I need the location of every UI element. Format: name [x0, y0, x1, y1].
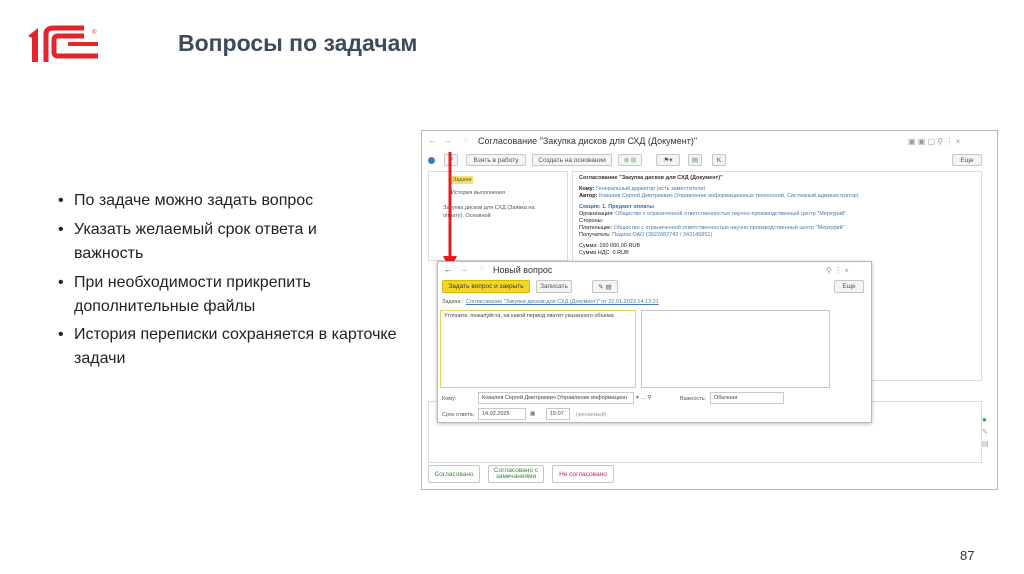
new-question-dialog: ← → ☆ Новый вопрос ⚲ ⋮ × Задать вопрос и… [437, 261, 872, 423]
importance-label: Важность: [680, 396, 707, 402]
add-icon[interactable]: ● [982, 415, 987, 424]
section-label: Секция: 1. Предмет оплаты [579, 204, 654, 210]
approved-button[interactable]: Согласовано [428, 465, 480, 483]
deadline-label: Срок ответа: [442, 412, 475, 418]
to-label: Кому: [579, 186, 595, 192]
deadline-date-field[interactable]: 14.02.2025 [478, 408, 526, 420]
org-label: Организация: [579, 211, 614, 217]
payer-value[interactable]: Общество с ограниченной ответственностью… [614, 225, 845, 231]
1c-logo: ® [24, 24, 104, 66]
k-button[interactable]: K [712, 154, 726, 166]
bullet-item: • По задаче можно задать вопрос [58, 192, 314, 209]
to-field[interactable]: Ковалев Сергей Дмитриевич (Управление ин… [478, 392, 634, 404]
take-to-work-button[interactable]: Взять в работу [466, 154, 526, 166]
flag-button[interactable]: ⚑▾ [656, 154, 680, 166]
recipient-value[interactable]: Подиза ОАО (3922682743 / 343145851) [612, 232, 712, 238]
back-icon[interactable]: ← [428, 136, 436, 145]
page-number: 87 [960, 548, 975, 563]
back-icon[interactable]: ← [444, 265, 452, 274]
more-button[interactable]: Еще [952, 154, 982, 166]
question-textarea[interactable]: Уточните, пожалуйста, на какой период хв… [440, 310, 636, 388]
deadline-hint: (желаемый) [576, 412, 607, 418]
to-field-controls[interactable]: ▾ … ⚲ [636, 395, 651, 401]
files-icon[interactable]: ▤ [982, 440, 989, 448]
author-label: Автор: [579, 193, 598, 199]
report-button[interactable]: ▤ [688, 154, 702, 166]
dialog-title: Новый вопрос [493, 265, 553, 275]
dialog-more-button[interactable]: Еще [834, 280, 864, 293]
history-panel [641, 310, 830, 388]
attach-button[interactable]: ⊕ ⊞ [618, 154, 642, 166]
ask-and-close-button[interactable]: Задать вопрос и закрыть [442, 280, 530, 293]
star-icon[interactable]: ☆ [478, 264, 485, 273]
deadline-time-field[interactable]: 15:07 [546, 408, 570, 420]
create-based-on-button[interactable]: Создать на основании [532, 154, 612, 166]
slide-title: Вопросы по задачам [178, 30, 418, 56]
dialog-controls-icon[interactable]: ⚲ ⋮ × [826, 266, 849, 275]
forward-icon[interactable]: → [444, 136, 452, 145]
to-label: Кому: [442, 396, 457, 402]
task-label: Задача: [442, 299, 462, 305]
refresh-icon[interactable] [428, 157, 435, 164]
svg-text:®: ® [92, 29, 97, 36]
forward-icon[interactable]: → [460, 265, 468, 274]
bullet-item: • Указать желаемый срок ответа и важность [58, 221, 317, 262]
window-title: Согласование "Закупка дисков для СХД (До… [478, 136, 698, 146]
calendar-icon[interactable]: ▦ [530, 411, 535, 417]
bullet-item: • При необходимости прикрепить дополнител… [58, 274, 311, 315]
author-value[interactable]: Ковалев Сергей Дмитриевич (Управление ин… [599, 193, 859, 199]
approved-remarks-button[interactable]: Согласовано с замечаниями [488, 465, 544, 483]
sum-value: Сумма: 150 000,00 RUB [579, 243, 641, 249]
recipient-label: Получатель: [579, 232, 611, 238]
save-button[interactable]: Записать [536, 280, 572, 293]
red-arrow [443, 152, 457, 270]
vat-value: Сумма НДС: 0 RUB [579, 250, 629, 256]
detail-heading: Согласование "Закупка дисков для СХД (До… [579, 175, 723, 181]
parties-label: Стороны: [579, 218, 604, 224]
paperclip-icon[interactable]: ✎ [982, 428, 988, 436]
payer-label: Плательщик: [579, 225, 613, 231]
attach-files-button[interactable]: ✎ ▤ [592, 280, 618, 293]
bullet-item: • История переписки сохраняется в карточк… [58, 326, 397, 367]
window-controls-icon[interactable]: ▣ ▣ ▢ ⚲ ⋮ × [908, 137, 960, 146]
importance-select[interactable]: Обычная [710, 392, 784, 404]
not-approved-button[interactable]: Не согласовано [552, 465, 614, 483]
org-value[interactable]: Общество с ограниченной ответственностью… [615, 211, 846, 217]
star-icon[interactable]: ☆ [462, 135, 469, 144]
to-value[interactable]: Генеральный директор (есть заместители) [596, 186, 705, 192]
task-link[interactable]: Согласование "Закупка дисков для СХД (До… [466, 299, 659, 305]
